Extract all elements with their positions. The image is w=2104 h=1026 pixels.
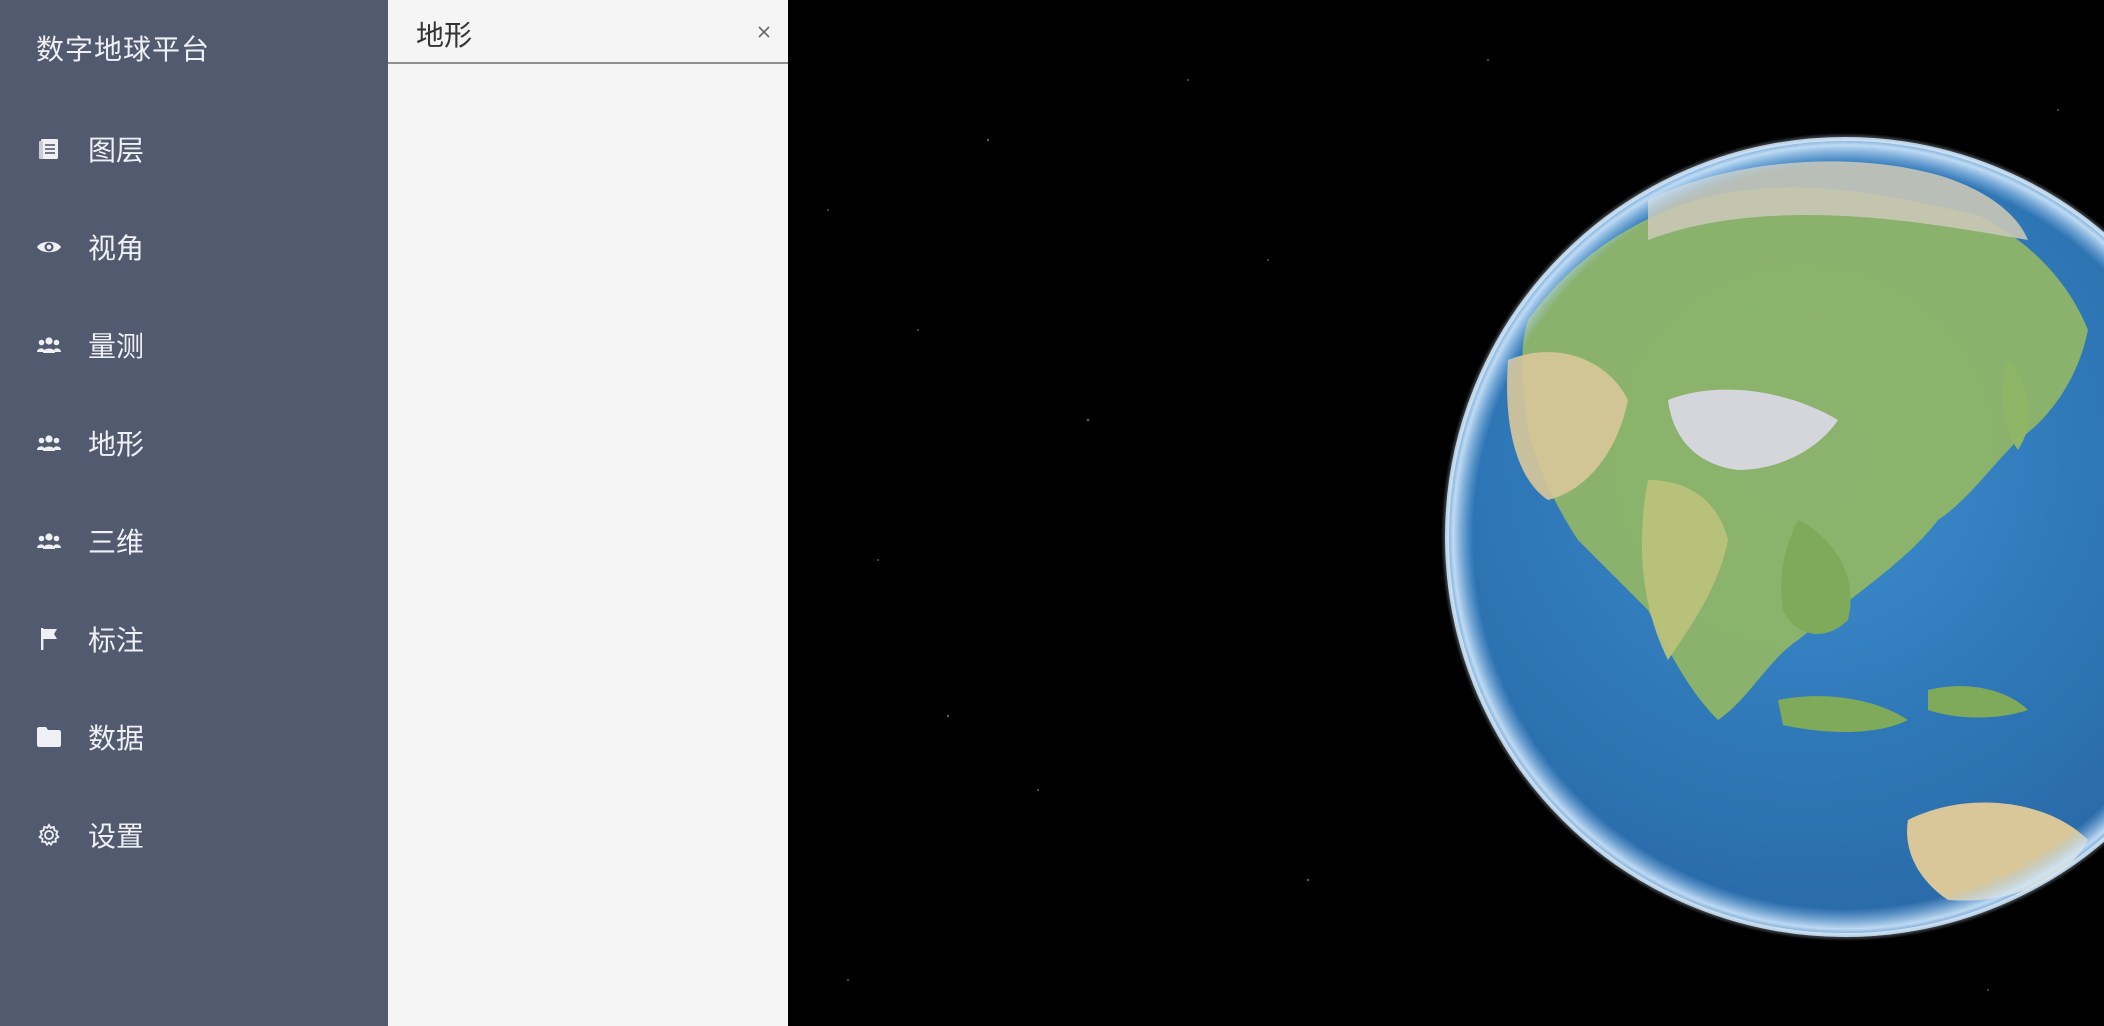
sidebar-item-label: 三维 bbox=[88, 526, 145, 559]
sidebar-item-label: 标注 bbox=[88, 624, 145, 657]
sidebar-item-label: 地形 bbox=[88, 428, 145, 461]
folder-icon bbox=[36, 724, 62, 750]
users-icon bbox=[36, 528, 62, 554]
sidebar-item-settings[interactable]: 设置 bbox=[0, 786, 388, 884]
app-root: 数字地球平台 图层 视角 量测 地形 三维 标注 数据 设置 地形 bbox=[0, 0, 2104, 1026]
sidebar-item-label: 量测 bbox=[88, 330, 145, 363]
sidebar-item-3d[interactable]: 三维 bbox=[0, 492, 388, 590]
sidebar-item-label: 数据 bbox=[88, 722, 145, 755]
panel-header: 地形 bbox=[388, 0, 788, 64]
users-icon bbox=[36, 430, 62, 456]
terrain-panel: 地形 bbox=[388, 0, 788, 1026]
sidebar-item-terrain[interactable]: 地形 bbox=[0, 394, 388, 492]
panel-title: 地形 bbox=[416, 19, 473, 52]
sidebar-item-label: 设置 bbox=[88, 820, 145, 853]
gear-icon bbox=[36, 822, 62, 848]
sidebar-item-layers[interactable]: 图层 bbox=[0, 100, 388, 198]
sidebar-item-measure[interactable]: 量测 bbox=[0, 296, 388, 394]
sidebar-item-annotation[interactable]: 标注 bbox=[0, 590, 388, 688]
layers-icon bbox=[36, 136, 62, 162]
users-icon bbox=[36, 332, 62, 358]
close-icon[interactable] bbox=[750, 18, 778, 46]
sidebar-item-label: 视角 bbox=[88, 232, 145, 265]
sidebar-item-data[interactable]: 数据 bbox=[0, 688, 388, 786]
globe-canvas[interactable] bbox=[788, 0, 2104, 1026]
sidebar-item-label: 图层 bbox=[88, 134, 145, 167]
sidebar: 数字地球平台 图层 视角 量测 地形 三维 标注 数据 设置 bbox=[0, 0, 388, 1026]
sidebar-nav: 图层 视角 量测 地形 三维 标注 数据 设置 bbox=[0, 100, 388, 884]
globe[interactable] bbox=[1441, 133, 2104, 941]
sidebar-item-view[interactable]: 视角 bbox=[0, 198, 388, 296]
globe-viewer[interactable] bbox=[788, 0, 2104, 1026]
flag-icon bbox=[36, 626, 62, 652]
eye-icon bbox=[36, 234, 62, 260]
app-title: 数字地球平台 bbox=[36, 33, 211, 66]
